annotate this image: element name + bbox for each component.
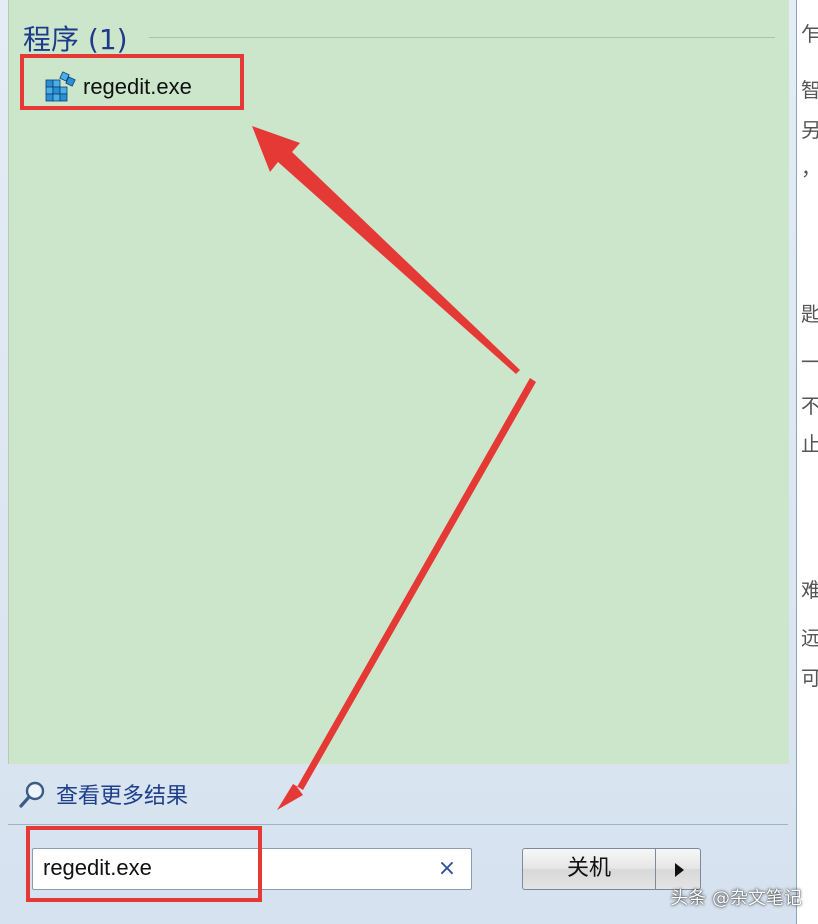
strip-char: 另 (801, 118, 818, 142)
strip-char: 难 (801, 578, 818, 602)
strip-char: 匙 (801, 302, 818, 326)
see-more-results-link[interactable]: 查看更多结果 (18, 776, 188, 812)
strip-char: 止 (801, 432, 818, 456)
background-document-strip: 乍 智 另 ， 匙 一 不 止 难 远 可 (797, 0, 818, 924)
shutdown-button[interactable]: 关机 (522, 848, 656, 890)
clear-search-button[interactable]: × (435, 857, 459, 881)
annotation-box-search (26, 826, 262, 902)
strip-char: 一 (801, 350, 818, 374)
search-results-pane: 程序 (1) regedit.exe (8, 0, 789, 764)
chevron-right-icon (675, 863, 684, 877)
search-icon (19, 781, 45, 808)
see-more-results-label: 查看更多结果 (56, 784, 189, 809)
start-menu: 程序 (1) regedit.exe 查看更多结果 regedit.exe × … (0, 0, 797, 924)
footer-divider (8, 824, 788, 825)
strip-char: 远 (801, 626, 818, 650)
strip-char: 智 (801, 78, 818, 102)
annotation-box-result (20, 54, 244, 110)
section-divider (149, 37, 775, 38)
strip-char: 可 (801, 666, 818, 690)
programs-section-header: 程序 (1) (23, 23, 128, 56)
strip-char: 不 (801, 394, 818, 418)
watermark: 头条 @杂文笔记 (670, 888, 802, 909)
strip-char: 乍 (801, 22, 818, 46)
strip-char: ， (801, 152, 818, 180)
